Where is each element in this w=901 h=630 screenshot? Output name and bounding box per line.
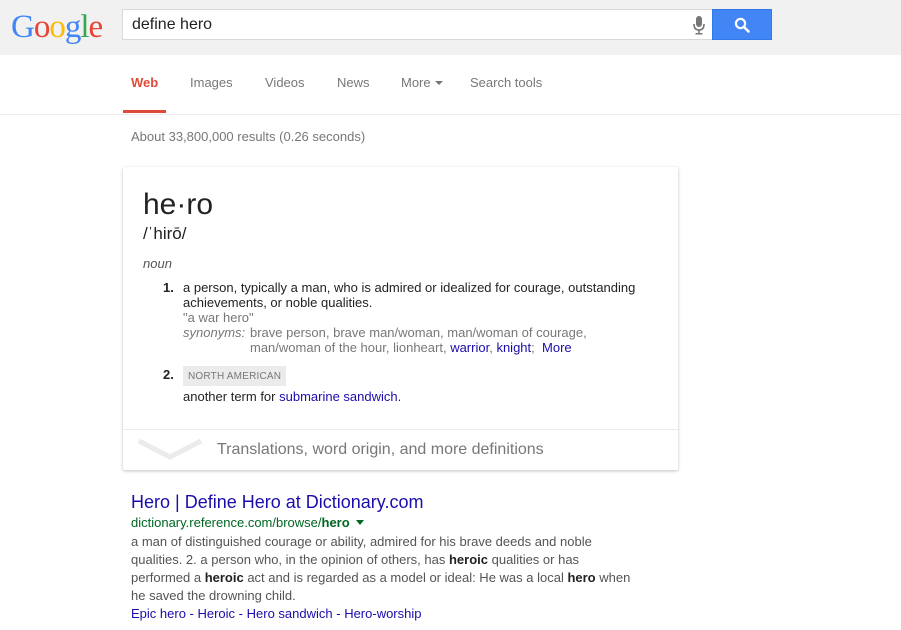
result-url: dictionary.reference.com/browse/hero [131,515,651,531]
pronunciation: /ˈhirō/ [143,224,187,243]
tab-more-label: More [401,75,431,90]
snippet-bold: heroic [448,552,488,567]
result-url-bold: hero [321,515,350,530]
sitelink-separator: - [332,606,345,621]
synonyms-line-2-text: man/woman of the hour, lionheart, [250,340,447,355]
google-logo[interactable]: Google [11,9,104,45]
definition-suffix: . [397,389,402,404]
synonym-link-warrior[interactable]: warrior [450,340,489,355]
logo-letter: o [33,9,50,45]
dictionary-card: he·ro /ˈhirō/ noun 1. a person, typicall… [123,167,678,470]
search-result: Hero | Define Hero at Dictionary.com dic… [131,491,651,623]
synonym-link-knight[interactable]: knight [496,340,531,355]
snippet-bold: heroic [204,570,244,585]
tab-news[interactable]: News [337,75,370,115]
sense-body: NORTH AMERICAN another term for submarin… [183,366,653,404]
result-url-prefix: dictionary.reference.com/browse/ [131,515,322,530]
search-nav: Web Images Videos News More Search tools [0,55,901,115]
search-button[interactable] [712,9,772,40]
magnifier-icon [734,17,750,33]
sense-number: 1. [163,280,174,295]
semicolon-separator: ; [531,340,535,355]
logo-letter: G [11,9,35,45]
more-definitions-expander[interactable]: Translations, word origin, and more defi… [123,429,678,470]
sense-number: 2. [163,367,174,382]
synonyms-row: synonyms: brave person, brave man/woman,… [183,325,653,355]
logo-letter: l [80,9,89,45]
chevron-down-icon [137,438,203,460]
synonyms-label: synonyms: [183,325,246,340]
region-tag: NORTH AMERICAN [183,366,287,386]
search-box[interactable] [122,9,712,40]
logo-letter: e [88,9,104,45]
active-tab-indicator [123,110,166,113]
result-snippet: a man of distinguished courage or abilit… [131,533,636,605]
sitelink[interactable]: Hero-worship [344,606,421,621]
synonyms-more-link[interactable]: More [542,340,572,355]
sitelink[interactable]: Epic hero [131,606,186,621]
sitelink[interactable]: Hero sandwich [247,606,333,621]
definition-text: a person, typically a man, who is admire… [183,280,636,310]
sitelink-separator: - [185,606,198,621]
snippet-text: act and is regarded as a model or ideal:… [243,570,568,585]
example-text: "a war hero" [183,310,254,325]
comma-separator: , [489,340,493,355]
result-stats: About 33,800,000 results (0.26 seconds) [131,129,366,144]
sense-body: a person, typically a man, who is admire… [183,280,653,355]
tab-more[interactable]: More [401,75,443,115]
caret-down-icon [434,80,443,85]
submarine-sandwich-link[interactable]: submarine sandwich [279,389,398,404]
synonyms-line-1: brave person, brave man/woman, man/woman… [250,325,587,340]
part-of-speech: noun [143,256,172,271]
headword: he·ro [143,188,214,221]
tab-web[interactable]: Web [131,75,158,115]
result-title-link[interactable]: Hero | Define Hero at Dictionary.com [131,491,651,513]
url-menu-caret-icon[interactable] [355,520,364,526]
tab-search-tools[interactable]: Search tools [470,75,542,115]
header-bar: Google [0,0,901,55]
definition-text: another term for submarine sandwich. [183,389,653,404]
result-sitelinks: Epic hero - Heroic - Hero sandwich - Her… [131,605,651,623]
tab-images[interactable]: Images [190,75,233,115]
search-input[interactable] [132,14,672,36]
synonyms-list: brave person, brave man/woman, man/woman… [250,325,610,355]
logo-letter: o [49,9,65,45]
logo-letter: g [64,9,81,45]
definition-prefix: another term for [183,389,276,404]
more-definitions-label: Translations, word origin, and more defi… [217,441,544,458]
snippet-bold: hero [567,570,596,585]
microphone-icon[interactable] [692,15,706,35]
synonyms-line-2: man/woman of the hour, lionheart, warrio… [250,340,610,355]
tab-videos[interactable]: Videos [265,75,305,115]
sitelink[interactable]: Heroic [197,606,235,621]
sitelink-separator: - [235,606,247,621]
